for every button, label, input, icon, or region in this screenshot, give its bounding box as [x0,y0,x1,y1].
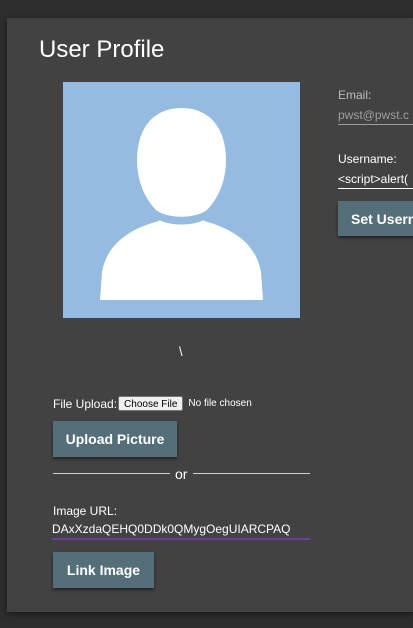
divider-left [53,473,170,474]
page-title: User Profile [39,36,165,63]
choose-file-button[interactable]: Choose File [118,396,184,411]
set-username-button[interactable]: Set Userna [338,201,413,236]
avatar-caption: \ [179,344,183,359]
email-label: Email: [338,88,372,102]
profile-card: User Profile \ File Upload: Choose File … [7,18,413,612]
user-silhouette-icon [100,108,263,300]
divider-right [193,473,310,474]
or-divider-text: or [175,466,188,482]
image-url-label: Image URL: [53,504,118,518]
link-image-button[interactable]: Link Image [53,552,154,588]
username-field[interactable] [338,169,413,189]
no-file-chosen-text: No file chosen [188,398,252,409]
upload-picture-button[interactable]: Upload Picture [53,421,177,457]
email-field[interactable] [338,105,413,125]
file-upload-row: File Upload: Choose File No file chosen [53,396,252,411]
avatar [63,82,300,318]
file-upload-label: File Upload: [53,396,118,411]
username-label: Username: [338,152,397,166]
image-url-input[interactable] [52,520,310,540]
